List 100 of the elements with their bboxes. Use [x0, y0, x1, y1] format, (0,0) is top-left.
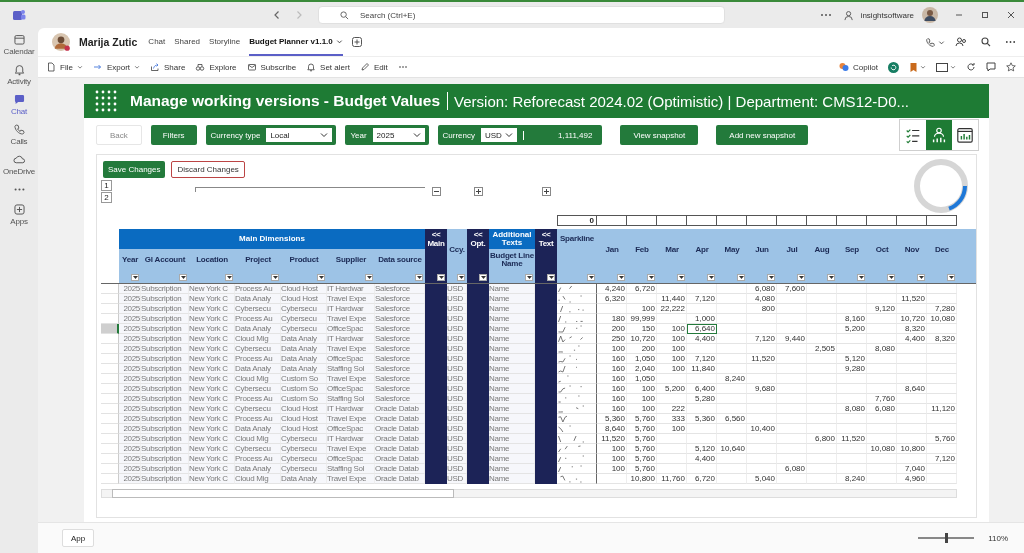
rail-item[interactable]: Activity: [0, 62, 38, 87]
people-icon[interactable]: [955, 36, 967, 48]
phone-icon[interactable]: [925, 36, 936, 48]
rail-item[interactable]: Apps: [0, 202, 38, 227]
comment-icon[interactable]: [986, 62, 996, 72]
filter-dropdown-button[interactable]: [457, 273, 465, 281]
refresh-icon[interactable]: [966, 62, 976, 72]
app-tab[interactable]: App: [62, 529, 95, 547]
filter-label: Currency type: [210, 130, 261, 140]
horizontal-scrollbar[interactable]: [101, 489, 957, 498]
person-icon[interactable]: [843, 9, 855, 21]
filter-dropdown-button[interactable]: [827, 273, 835, 281]
filter-dropdown-button[interactable]: [225, 273, 233, 281]
filter-dropdown-button[interactable]: [587, 273, 595, 281]
snapshot-button[interactable]: Add new snapshot: [716, 125, 809, 145]
expand-icon[interactable]: [473, 186, 483, 196]
filter-dropdown-button[interactable]: [415, 273, 423, 281]
filter-dropdown-button[interactable]: [617, 273, 625, 281]
avatar-icon[interactable]: [922, 7, 938, 23]
account-name[interactable]: insightsoftware: [860, 10, 914, 20]
filter-dropdown-button[interactable]: [547, 273, 555, 281]
filter-dropdown-button[interactable]: [131, 273, 139, 281]
month-header: Oct: [874, 244, 890, 256]
filter-dropdown-button[interactable]: [479, 273, 487, 281]
filter-dropdown-button[interactable]: [271, 273, 279, 281]
filter-dropdown-button[interactable]: [887, 273, 895, 281]
row-header[interactable]: [101, 324, 119, 334]
collapse-column-header[interactable]: << Main: [425, 229, 447, 271]
caret-icon[interactable]: [938, 38, 945, 46]
outline-level-button[interactable]: 2: [101, 191, 112, 203]
view-mode-icon[interactable]: [936, 62, 948, 72]
toolbar-button[interactable]: Edit: [359, 62, 388, 72]
caret-icon[interactable]: [920, 64, 926, 70]
star-icon[interactable]: [1006, 62, 1016, 72]
chevron-down-icon: [412, 132, 421, 138]
sync-icon[interactable]: [888, 61, 899, 73]
caret-icon[interactable]: [950, 64, 956, 70]
pencil-icon: [359, 62, 370, 72]
filter-dropdown-button[interactable]: [797, 273, 805, 281]
rail-item[interactable]: Chat: [0, 92, 38, 117]
sparkline: [557, 354, 578, 363]
collapse-column-header[interactable]: << Opt.: [467, 229, 489, 271]
chat-tab[interactable]: Shared: [174, 28, 201, 56]
save-changes-button[interactable]: Save Changes: [103, 161, 166, 178]
dropdown-arrow-icon: [132, 275, 138, 279]
currency-dropdown[interactable]: USD: [481, 128, 517, 142]
filter-dropdown-button[interactable]: [179, 273, 187, 281]
filter-dropdown-button[interactable]: [525, 273, 533, 281]
table-cell: 6,800: [807, 434, 837, 444]
toolbar-button[interactable]: Set alert: [306, 62, 350, 72]
close-icon[interactable]: [1006, 10, 1016, 20]
rail-item[interactable]: Calls: [0, 122, 38, 147]
discard-changes-button[interactable]: Discard Changes: [171, 161, 245, 178]
view-switch-button[interactable]: [926, 120, 952, 150]
table-cell: 6,720: [687, 474, 717, 484]
back-icon[interactable]: [272, 10, 282, 20]
toolbar-button[interactable]: Explore: [195, 62, 237, 72]
filter-dropdown-button[interactable]: [437, 273, 445, 281]
filter-dropdown-button[interactable]: [677, 273, 685, 281]
outline-level-button[interactable]: 1: [101, 179, 112, 191]
filter-dropdown-button[interactable]: [917, 273, 925, 281]
copilot-button[interactable]: Copilot: [839, 62, 878, 72]
chat-tab[interactable]: Chat: [148, 28, 166, 56]
snapshot-button[interactable]: View snapshot: [620, 125, 699, 145]
filter-dropdown-button[interactable]: [857, 273, 865, 281]
filters-button[interactable]: Filters: [150, 125, 197, 145]
back-button[interactable]: Back: [96, 125, 142, 145]
filter-dropdown-button[interactable]: [737, 273, 745, 281]
collapse-column-header[interactable]: << Text: [535, 229, 557, 271]
toolbar-button[interactable]: Subscribe: [246, 62, 297, 72]
expand-icon[interactable]: [541, 186, 551, 196]
table-cell: 1,050: [627, 374, 657, 384]
table-cell: 8,080: [867, 344, 897, 354]
maximize-icon[interactable]: [980, 10, 990, 20]
bookmark-icon[interactable]: [909, 61, 918, 73]
toolbar-button[interactable]: File: [46, 62, 83, 72]
add-tab-icon[interactable]: [351, 37, 362, 47]
column-header: Ccy.: [448, 244, 466, 256]
filter-dropdown-button[interactable]: [365, 273, 373, 281]
collapse-icon[interactable]: [431, 186, 441, 196]
toolbar-button[interactable]: Share: [150, 62, 186, 72]
table-cell: 100: [627, 304, 657, 314]
table-cell: [717, 215, 747, 226]
year-dropdown[interactable]: 2025: [372, 128, 425, 142]
filter-dropdown-button[interactable]: [647, 273, 655, 281]
filter-dropdown-button[interactable]: [707, 273, 715, 281]
toolbar-button[interactable]: Export: [92, 62, 140, 72]
chat-tab[interactable]: Budget Planner v1.1.0: [249, 28, 343, 56]
rail-item[interactable]: OneDrive: [0, 152, 38, 177]
table-cell: 5,760: [627, 414, 657, 424]
filter-dropdown-button[interactable]: [947, 273, 955, 281]
table-cell: 11,440: [657, 294, 687, 304]
filter-dropdown-button[interactable]: [767, 273, 775, 281]
filter-dropdown-button[interactable]: [317, 273, 325, 281]
column-header: Data source: [377, 254, 423, 266]
chat-tab[interactable]: Storyline: [209, 28, 241, 56]
search-icon[interactable]: [981, 37, 991, 47]
search-field[interactable]: Search (Ctrl+E): [318, 6, 725, 24]
rail-item[interactable]: Calendar: [0, 32, 38, 57]
currency-type-dropdown[interactable]: Local: [266, 128, 333, 142]
